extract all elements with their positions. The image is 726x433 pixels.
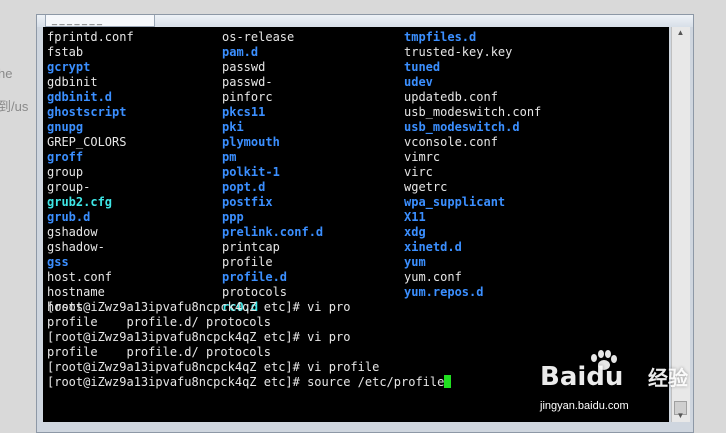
listing-entry: os-release — [222, 30, 295, 44]
listing-entry: profile.d — [222, 270, 288, 284]
listing-entry: yum.conf — [404, 270, 462, 284]
listing-entry: X11 — [404, 210, 426, 224]
baidu-watermark: Baidu 经验 jingyan.baidu.com — [536, 348, 726, 428]
listing-entry: xdg — [404, 225, 426, 239]
listing-entry: ppp — [222, 210, 244, 224]
listing-entry: virc — [404, 165, 433, 179]
listing-entry: tuned — [404, 60, 441, 74]
listing-entry: pam.d — [222, 45, 259, 59]
line-text: [root@iZwz9a13ipvafu8ncpck4qZ etc]# vi p… — [47, 300, 351, 314]
prompt-line: [root@iZwz9a13ipvafu8ncpck4qZ etc]# sour… — [47, 375, 452, 390]
listing-entry: pkcs11 — [222, 105, 266, 119]
listing-entry: printcap — [222, 240, 280, 254]
listing-entry: updatedb.conf — [404, 90, 498, 104]
listing-entry: GREP_COLORS — [47, 135, 127, 149]
listing-entry: group — [47, 165, 84, 179]
listing-entry: protocols — [222, 285, 288, 299]
listing-entry: popt.d — [222, 180, 266, 194]
line-text: [root@iZwz9a13ipvafu8ncpck4qZ etc]# vi p… — [47, 360, 380, 374]
listing-entry: udev — [404, 75, 433, 89]
listing-entry: yum.repos.d — [404, 285, 484, 299]
listing-entry: plymouth — [222, 135, 280, 149]
baidu-logo: Baidu — [540, 362, 624, 392]
listing-entry: prelink.conf.d — [222, 225, 324, 239]
listing-entry: gss — [47, 255, 69, 269]
jingyan-logo: 经验 — [648, 368, 688, 390]
listing-entry: vimrc — [404, 150, 441, 164]
prompt-line: [root@iZwz9a13ipvafu8ncpck4qZ etc]# vi p… — [47, 360, 379, 375]
listing-entry: gdbinit.d — [47, 90, 113, 104]
listing-entry: hostname — [47, 285, 105, 299]
listing-entry: group- — [47, 180, 91, 194]
listing-entry: profile — [222, 255, 273, 269]
background-text: he — [0, 66, 13, 81]
watermark-url: jingyan.baidu.com — [540, 400, 629, 412]
line-text: profile profile.d/ protocols — [47, 315, 271, 329]
listing-entry: pinforc — [222, 90, 273, 104]
prompt-line: [root@iZwz9a13ipvafu8ncpck4qZ etc]# vi p… — [47, 330, 350, 345]
listing-entry: grub.d — [47, 210, 91, 224]
prompt-line: [root@iZwz9a13ipvafu8ncpck4qZ etc]# vi p… — [47, 300, 350, 315]
listing-entry: gnupg — [47, 120, 84, 134]
listing-entry: wgetrc — [404, 180, 448, 194]
listing-entry: gcrypt — [47, 60, 91, 74]
session-tab[interactable]: _ _ _ _ _ _ _ — [45, 15, 155, 27]
listing-entry: fstab — [47, 45, 84, 59]
listing-entry: gshadow- — [47, 240, 105, 254]
listing-entry: fprintd.conf — [47, 30, 134, 44]
listing-entry: pki — [222, 120, 244, 134]
listing-entry: tmpfiles.d — [404, 30, 477, 44]
scroll-up-icon[interactable]: ▲ — [674, 28, 687, 38]
background-text: 到/us — [0, 99, 29, 114]
listing-entry: usb_modeswitch.conf — [404, 105, 542, 119]
listing-entry: gshadow — [47, 225, 98, 239]
listing-entry: polkit-1 — [222, 165, 280, 179]
listing-entry: usb_modeswitch.d — [404, 120, 520, 134]
listing-entry: trusted-key.key — [404, 45, 513, 59]
line-text: [root@iZwz9a13ipvafu8ncpck4qZ etc]# sour… — [47, 375, 445, 389]
listing-entry: groff — [47, 150, 84, 164]
listing-entry: vconsole.conf — [404, 135, 498, 149]
output-line: profile profile.d/ protocols — [47, 345, 271, 360]
listing-entry: ghostscript — [47, 105, 127, 119]
listing-entry: pm — [222, 150, 237, 164]
text-cursor — [444, 375, 452, 388]
line-text: profile profile.d/ protocols — [47, 345, 271, 359]
listing-entry: grub2.cfg — [47, 195, 113, 209]
listing-entry: wpa_supplicant — [404, 195, 506, 209]
listing-entry: gdbinit — [47, 75, 98, 89]
output-line: profile profile.d/ protocols — [47, 315, 271, 330]
listing-entry: xinetd.d — [404, 240, 462, 254]
listing-entry: passwd- — [222, 75, 273, 89]
title-bar: _ _ _ _ _ _ _ — [37, 15, 693, 27]
listing-entry: host.conf — [47, 270, 113, 284]
listing-entry: yum — [404, 255, 426, 269]
line-text: [root@iZwz9a13ipvafu8ncpck4qZ etc]# vi p… — [47, 330, 351, 344]
listing-entry: postfix — [222, 195, 273, 209]
listing-entry: passwd — [222, 60, 266, 74]
